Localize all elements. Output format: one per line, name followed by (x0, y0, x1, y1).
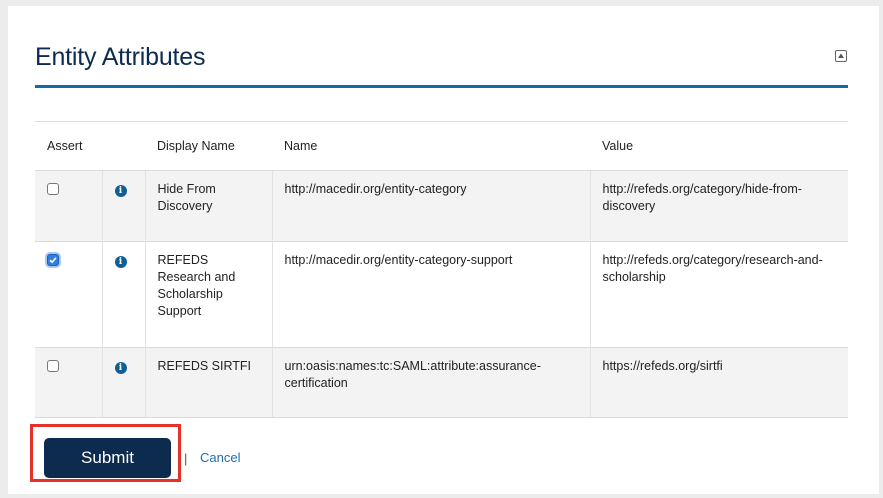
assert-checkbox[interactable] (47, 183, 59, 195)
value-cell: https://refeds.org/sirtfi (589, 347, 848, 418)
info-icon[interactable]: i (114, 256, 127, 268)
name-cell: http://macedir.org/entity-category (271, 170, 590, 242)
header-name: Name (272, 121, 590, 171)
form-actions: Submit | Cancel (30, 424, 510, 484)
header-info (102, 121, 145, 171)
header-assert: Assert (35, 121, 102, 171)
entity-attributes-panel: Entity Attributes Assert Display Name Na… (8, 6, 879, 494)
display-name-cell: Hide From Discovery (144, 170, 272, 242)
display-name-cell: REFEDS SIRTFI (144, 347, 272, 418)
info-icon[interactable]: i (114, 185, 127, 197)
name-cell: urn:oasis:names:tc:SAML:attribute:assura… (271, 347, 590, 418)
assert-checkbox-checked[interactable] (47, 254, 59, 266)
header-display-name: Display Name (145, 121, 272, 171)
cancel-link[interactable]: Cancel (200, 450, 240, 465)
title-divider (35, 85, 848, 88)
collapse-up-icon[interactable] (835, 50, 847, 62)
value-cell: http://refeds.org/category/hide-from-dis… (589, 170, 848, 242)
value-cell: http://refeds.org/category/research-and-… (589, 241, 848, 348)
table-row: i REFEDS Research and Scholarship Suppor… (35, 241, 848, 348)
assert-checkbox[interactable] (47, 360, 59, 372)
table-row: i Hide From Discovery http://macedir.org… (35, 170, 848, 242)
page-title: Entity Attributes (35, 43, 206, 71)
action-separator: | (184, 451, 188, 466)
name-cell: http://macedir.org/entity-category-suppo… (271, 241, 590, 348)
header-value: Value (590, 121, 848, 171)
display-name-cell: REFEDS Research and Scholarship Support (144, 241, 272, 348)
info-icon[interactable]: i (114, 362, 127, 374)
table-row: i REFEDS SIRTFI urn:oasis:names:tc:SAML:… (35, 347, 848, 418)
table-header-row: Assert Display Name Name Value (35, 121, 848, 171)
submit-button[interactable]: Submit (44, 438, 171, 478)
attributes-table: Assert Display Name Name Value i Hide Fr… (35, 121, 848, 418)
